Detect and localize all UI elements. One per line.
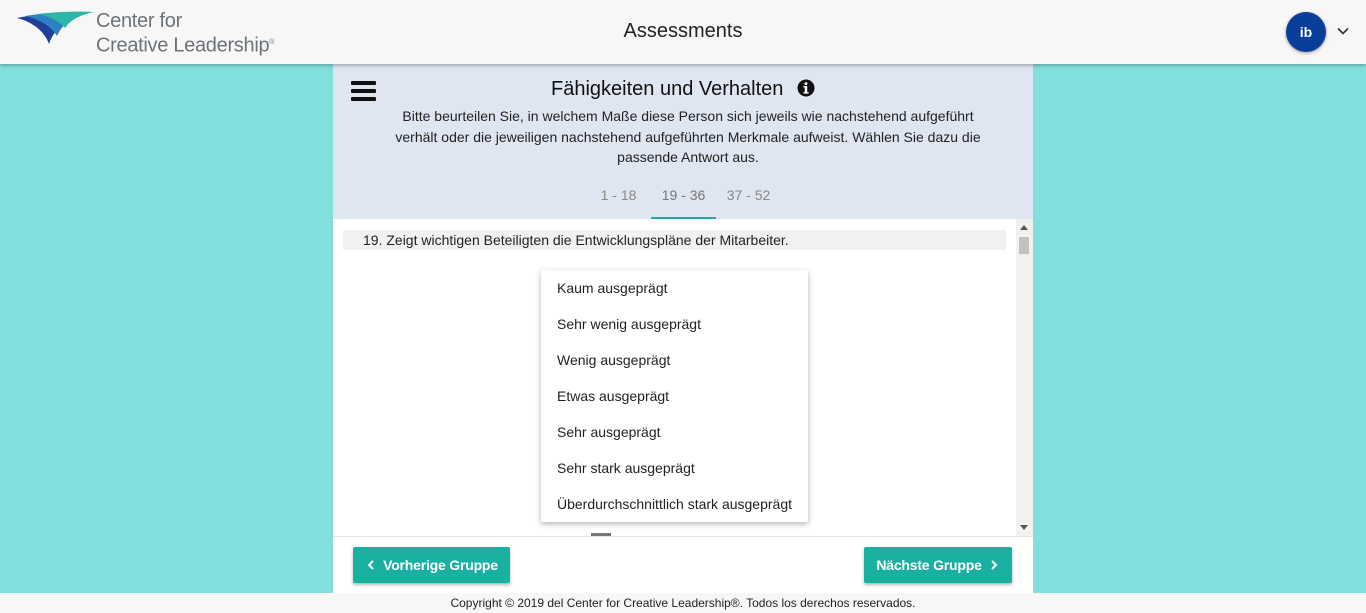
scroll-down-arrow-icon[interactable]: [1020, 525, 1028, 530]
instructions-text: Bitte beurteilen Sie, in welchem Maße di…: [395, 108, 981, 165]
scroll-up-arrow-icon[interactable]: [1020, 225, 1028, 230]
rating-option[interactable]: Kaum ausgeprägt: [541, 270, 808, 306]
next-group-label: Nächste Gruppe: [876, 557, 982, 573]
top-bar: Center for Creative Leadership® Assessme…: [0, 0, 1366, 64]
tab-group-1[interactable]: 1 - 18: [586, 178, 651, 219]
chevron-down-icon[interactable]: [1336, 24, 1350, 38]
app-title: Assessments: [623, 20, 743, 42]
next-group-button[interactable]: Nächste Gruppe: [864, 547, 1012, 583]
section-title: Fähigkeiten und Verhalten: [551, 78, 784, 100]
rating-option[interactable]: Überdurchschnittlich stark ausgeprägt: [541, 486, 808, 522]
previous-group-button[interactable]: Vorherige Gruppe: [353, 547, 510, 583]
rating-option[interactable]: Etwas ausgeprägt: [541, 378, 808, 414]
rating-option[interactable]: Wenig ausgeprägt: [541, 342, 808, 378]
rating-dropdown-menu: Kaum ausgeprägt Sehr wenig ausgeprägt We…: [541, 270, 808, 522]
rating-option[interactable]: Sehr ausgeprägt: [541, 414, 808, 450]
previous-group-label: Vorherige Gruppe: [383, 557, 498, 573]
rating-option[interactable]: Sehr wenig ausgeprägt: [541, 306, 808, 342]
chevron-right-icon: [990, 560, 998, 570]
scrollbar-thumb[interactable]: [1019, 237, 1029, 254]
section-title-row: Fähigkeiten und Verhalten: [333, 78, 1033, 101]
question-number: 19.: [363, 232, 383, 248]
user-avatar[interactable]: ib: [1286, 12, 1326, 52]
group-navigation: Vorherige Gruppe Nächste Gruppe: [333, 536, 1033, 594]
copyright-footer: Copyright © 2019 del Center for Creative…: [0, 593, 1366, 613]
tab-group-2[interactable]: 19 - 36: [651, 178, 716, 219]
section-header: Fähigkeiten und Verhalten Bitte beurteil…: [333, 64, 1033, 219]
tab-group-3[interactable]: 37 - 52: [716, 178, 781, 219]
question-group-tabs: 1 - 18 19 - 36 37 - 52: [586, 178, 781, 219]
question-text: Zeigt wichtigen Beteiligten die Entwickl…: [386, 232, 789, 248]
question-row: 19. Zeigt wichtigen Beteiligten die Entw…: [343, 230, 1006, 250]
vertical-scrollbar[interactable]: [1016, 219, 1033, 536]
info-icon[interactable]: [797, 79, 815, 97]
chevron-left-icon: [367, 560, 374, 570]
rating-option[interactable]: Sehr stark ausgeprägt: [541, 450, 808, 486]
